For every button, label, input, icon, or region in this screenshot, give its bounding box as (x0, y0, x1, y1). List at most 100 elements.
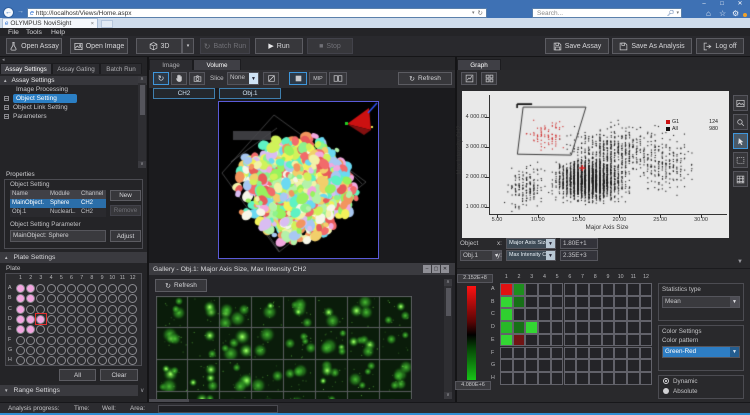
well-E2[interactable] (26, 325, 35, 334)
heatmap-cell-A6[interactable] (564, 283, 577, 296)
gallery-minimize-button[interactable]: – (423, 265, 431, 273)
well-E12[interactable] (128, 325, 137, 334)
well-B3[interactable] (36, 294, 45, 303)
settings-gear-icon[interactable]: ⚙ (732, 9, 739, 18)
new-button[interactable]: New (110, 190, 141, 201)
well-H3[interactable] (36, 356, 45, 365)
heatmap-cell-D8[interactable] (589, 321, 602, 334)
well-A8[interactable] (87, 284, 96, 293)
window-close-button[interactable]: ✕ (734, 1, 746, 8)
well-H7[interactable] (77, 356, 86, 365)
well-D5[interactable] (57, 315, 66, 324)
heatmap-cell-D10[interactable] (614, 321, 627, 334)
gallery-maximize-button[interactable]: ▢ (432, 265, 440, 273)
heatmap-cell-A11[interactable] (627, 283, 640, 296)
heatmap-cell-E2[interactable] (513, 334, 526, 347)
window-minimize-button[interactable]: – (698, 1, 710, 8)
heatmap-cell-B12[interactable] (640, 296, 653, 309)
heatmap-cell-F9[interactable] (602, 347, 615, 360)
well-A4[interactable] (47, 284, 56, 293)
panel-scroll-down-icon[interactable]: ∨ (140, 387, 144, 394)
run-button[interactable]: ▶ Run (255, 38, 303, 54)
well-G3[interactable] (36, 346, 45, 355)
adjust-button[interactable]: Adjust (110, 230, 141, 242)
heatmap-cell-E5[interactable] (551, 334, 564, 347)
search-box[interactable]: Search... 🔎︎ ▾ (532, 8, 682, 18)
well-A2[interactable] (26, 284, 35, 293)
well-E10[interactable] (108, 325, 117, 334)
well-E11[interactable] (118, 325, 127, 334)
channel-obj1-button[interactable]: Obj.1 (219, 88, 281, 99)
heatmap-cell-F5[interactable] (551, 347, 564, 360)
gallery-refresh-button[interactable]: ↻ Refresh (155, 279, 207, 292)
heatmap-cell-C11[interactable] (627, 308, 640, 321)
well-C7[interactable] (77, 305, 86, 314)
refresh-page-icon[interactable]: ↻ (478, 9, 483, 17)
heatmap-cell-A8[interactable] (589, 283, 602, 296)
well-F10[interactable] (108, 336, 117, 345)
heatmap-cell-G10[interactable] (614, 359, 627, 372)
parameter-input[interactable]: MainObject: Sphere (10, 230, 106, 242)
heatmap-cell-A12[interactable] (640, 283, 653, 296)
well-H5[interactable] (57, 356, 66, 365)
well-G10[interactable] (108, 346, 117, 355)
heatmap-cell-E11[interactable] (627, 334, 640, 347)
heatmap-cell-G9[interactable] (602, 359, 615, 372)
heatmap-cell-E8[interactable] (589, 334, 602, 347)
snapshot-tool-button[interactable] (189, 72, 205, 85)
heatmap-cell-H5[interactable] (551, 372, 564, 385)
plate-heatmap[interactable]: 123456789101112ABCDEFGH (486, 274, 656, 389)
well-F6[interactable] (67, 336, 76, 345)
tab-graph[interactable]: Graph (457, 59, 501, 70)
menu-help[interactable]: Help (51, 29, 65, 36)
heatmap-cell-G3[interactable] (525, 359, 538, 372)
heatmap-cell-H8[interactable] (589, 372, 602, 385)
open-image-button[interactable]: Open Image (70, 38, 128, 54)
stop-button[interactable]: ■ Stop (307, 38, 353, 54)
heatmap-cell-G4[interactable] (538, 359, 551, 372)
well-B10[interactable] (108, 294, 117, 303)
browser-back-button[interactable]: ← (3, 7, 14, 18)
heatmap-cell-D2[interactable] (513, 321, 526, 334)
home-icon[interactable]: ⌂ (706, 9, 711, 18)
search-dropdown-icon[interactable]: ▾ (676, 10, 679, 16)
channel-ch2-button[interactable]: CH2 (153, 88, 215, 99)
heatmap-cell-B5[interactable] (551, 296, 564, 309)
remove-button[interactable]: Remove (110, 205, 141, 216)
heatmap-cell-A4[interactable] (538, 283, 551, 296)
heatmap-cell-H10[interactable] (614, 372, 627, 385)
heatmap-cell-C2[interactable] (513, 308, 526, 321)
rectangle-gate-tool-button[interactable] (733, 152, 748, 168)
color-pattern-dropdown[interactable]: Green-Red ▼ (662, 346, 740, 358)
heatmap-cell-F11[interactable] (627, 347, 640, 360)
range-settings-header[interactable]: ▼ Range Settings (0, 385, 138, 396)
well-E3[interactable] (36, 325, 45, 334)
batch-run-button[interactable]: ↻ Batch Run (200, 38, 250, 54)
well-B4[interactable] (47, 294, 56, 303)
heatmap-cell-B8[interactable] (589, 296, 602, 309)
well-B7[interactable] (77, 294, 86, 303)
heatmap-cell-E7[interactable] (576, 334, 589, 347)
slice-dropdown[interactable]: None ▼ (227, 72, 259, 85)
single-plot-layout-button[interactable] (461, 72, 477, 85)
browser-forward-button[interactable]: → (17, 8, 24, 15)
well-H12[interactable] (128, 356, 137, 365)
menu-tools[interactable]: Tools (26, 29, 42, 36)
heatmap-cell-A2[interactable] (513, 283, 526, 296)
object-dropdown[interactable]: Obj.1 ▼ (460, 250, 502, 261)
well-A7[interactable] (77, 284, 86, 293)
heatmap-cell-F4[interactable] (538, 347, 551, 360)
well-B6[interactable] (67, 294, 76, 303)
well-F2[interactable] (26, 336, 35, 345)
heatmap-cell-H6[interactable] (564, 372, 577, 385)
well-E9[interactable] (98, 325, 107, 334)
well-E4[interactable] (47, 325, 56, 334)
tree-item-object-setting[interactable]: Object Setting (13, 94, 77, 103)
save-as-analysis-button[interactable]: Save As Analysis (612, 38, 692, 54)
tree-collapse-icon[interactable]: ▲ (3, 78, 7, 83)
heatmap-cell-G7[interactable] (576, 359, 589, 372)
address-bar[interactable]: e http://localhost/Views/Home.aspx ▾ ↻ (27, 8, 487, 18)
heatmap-cell-D4[interactable] (538, 321, 551, 334)
well-C12[interactable] (128, 305, 137, 314)
well-plate[interactable]: 123456789101112ABCDEFGH (5, 273, 142, 366)
